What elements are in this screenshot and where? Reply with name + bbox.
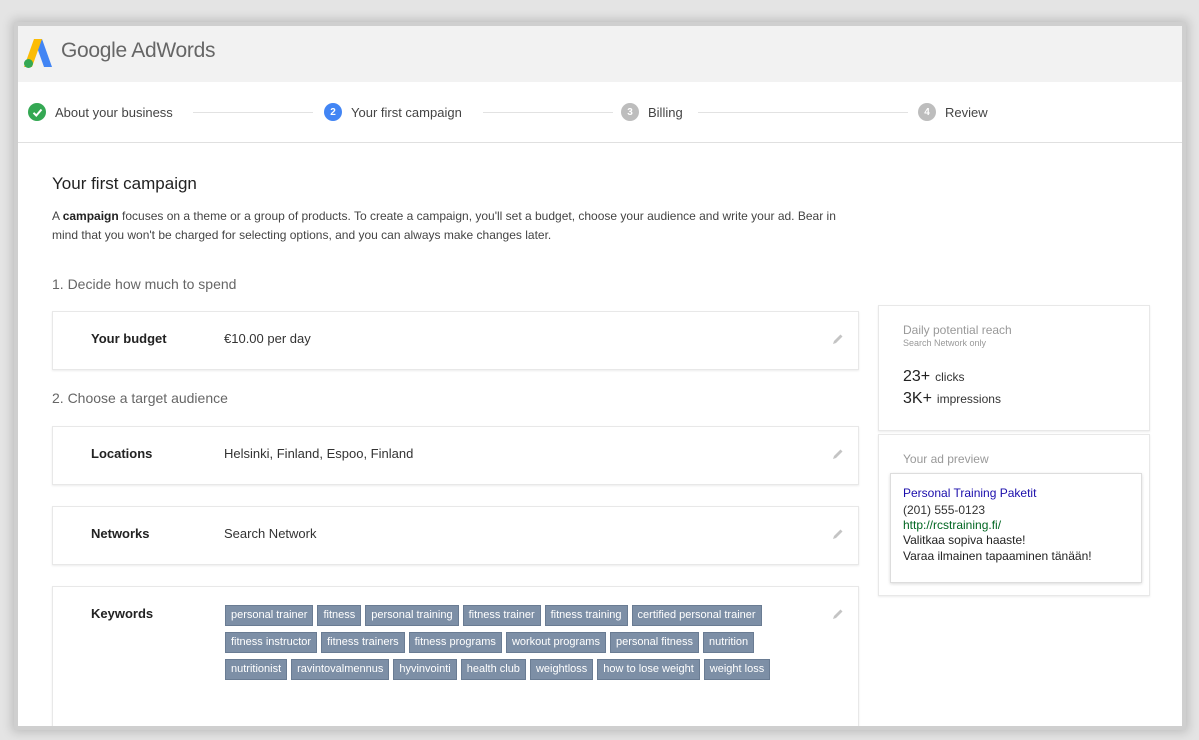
locations-card[interactable]: Locations Helsinki, Finland, Espoo, Finl… [52, 426, 859, 485]
keyword-chip[interactable]: fitness trainers [321, 632, 405, 653]
impressions-value: 3K+ [903, 390, 932, 407]
keyword-chip[interactable]: workout programs [505, 632, 606, 653]
edit-pencil-icon[interactable] [832, 608, 844, 620]
impressions-unit: impressions [936, 392, 1001, 406]
keyword-chip[interactable]: fitness instructor [225, 632, 318, 653]
progress-stepper: About your business 2 Your first campaig… [18, 82, 1182, 143]
intro-text: A campaign focuses on a theme or a group… [52, 207, 852, 245]
edit-pencil-icon[interactable] [832, 333, 844, 345]
budget-card[interactable]: Your budget €10.00 per day [52, 311, 859, 370]
edit-pencil-icon[interactable] [832, 528, 844, 540]
ad-description-line-2: Varaa ilmainen tapaaminen tänään! [903, 549, 1092, 563]
step-connector [698, 112, 908, 113]
keyword-chip[interactable]: health club [460, 659, 526, 680]
impressions-metric: 3K+ impressions [903, 390, 1001, 408]
app-header: Google AdWords [18, 26, 1182, 82]
step-number-badge: 3 [621, 103, 639, 121]
ad-preview-title: Your ad preview [903, 452, 989, 466]
reach-title: Daily potential reach [903, 323, 1012, 337]
keyword-chip[interactable]: ravintovalmennus [291, 659, 390, 680]
clicks-unit: clicks [935, 370, 965, 384]
ad-headline[interactable]: Personal Training Paketit [903, 486, 1036, 500]
keyword-chip[interactable]: personal trainer [225, 605, 314, 626]
keyword-chip[interactable]: personal fitness [609, 632, 700, 653]
step-label: Your first campaign [351, 104, 462, 120]
ad-phone: (201) 555-0123 [903, 503, 986, 517]
reach-subtitle: Search Network only [903, 338, 987, 348]
adwords-window: Google AdWords About your business 2 You… [18, 26, 1182, 726]
keyword-chip[interactable]: nutritionist [225, 659, 288, 680]
edit-pencil-icon[interactable] [832, 448, 844, 460]
locations-label: Locations [91, 446, 153, 461]
step-number-badge: 2 [324, 103, 342, 121]
brand-name: Google AdWords [61, 39, 216, 62]
keywords-label: Keywords [91, 606, 154, 621]
step-about-business[interactable]: About your business [28, 102, 173, 122]
keyword-chip[interactable]: how to lose weight [597, 659, 700, 680]
keyword-chip[interactable]: fitness trainer [462, 605, 541, 626]
keyword-chip[interactable]: weightloss [529, 659, 594, 680]
keywords-card[interactable]: Keywords personal trainer fitness personal… [52, 586, 859, 726]
adwords-logo-icon [24, 39, 52, 68]
keyword-chip[interactable]: fitness [317, 605, 362, 626]
checkmark-icon [28, 103, 46, 121]
ad-description-line-1: Valitkaa sopiva haaste! [903, 533, 1026, 547]
keyword-chip[interactable]: nutrition [703, 632, 755, 653]
networks-value: Search Network [224, 526, 317, 541]
keyword-chip[interactable]: personal training [365, 605, 459, 626]
keyword-chip[interactable]: weight loss [703, 659, 771, 680]
step-connector [483, 112, 613, 113]
keyword-chip[interactable]: hyvinvointi [393, 659, 457, 680]
step-connector [193, 112, 313, 113]
networks-card[interactable]: Networks Search Network [52, 506, 859, 565]
clicks-metric: 23+ clicks [903, 368, 964, 386]
step-label: Billing [648, 104, 683, 120]
keyword-chip-list: personal trainer fitness personal training… [225, 605, 815, 686]
keyword-chip[interactable]: fitness programs [408, 632, 502, 653]
clicks-value: 23+ [903, 368, 931, 385]
keyword-chip[interactable]: certified personal trainer [631, 605, 762, 626]
ad-display-url: http://rcstraining.fi/ [903, 518, 1002, 532]
keyword-chip[interactable]: fitness training [544, 605, 628, 626]
budget-label: Your budget [91, 331, 167, 346]
networks-label: Networks [91, 526, 150, 541]
step-billing[interactable]: 3 Billing [621, 102, 683, 122]
daily-reach-panel: Daily potential reach Search Network onl… [878, 305, 1150, 431]
ad-preview-box: Personal Training Paketit (201) 555-0123… [890, 473, 1142, 583]
intro-bold-term: campaign [62, 209, 119, 223]
locations-value: Helsinki, Finland, Espoo, Finland [224, 446, 414, 461]
step-label: Review [945, 104, 988, 120]
step-number-badge: 4 [918, 103, 936, 121]
step-review[interactable]: 4 Review [918, 102, 988, 122]
intro-prefix: A [52, 209, 63, 223]
intro-rest: focuses on a theme or a group of product… [52, 209, 836, 242]
section-heading-audience: 2. Choose a target audience [52, 390, 228, 406]
step-first-campaign[interactable]: 2 Your first campaign [324, 102, 462, 122]
page-title: Your first campaign [52, 174, 197, 193]
section-heading-spend: 1. Decide how much to spend [52, 276, 237, 292]
ad-preview-panel: Your ad preview Personal Training Paketi… [878, 434, 1150, 596]
budget-value: €10.00 per day [224, 331, 311, 346]
step-label: About your business [55, 104, 173, 120]
